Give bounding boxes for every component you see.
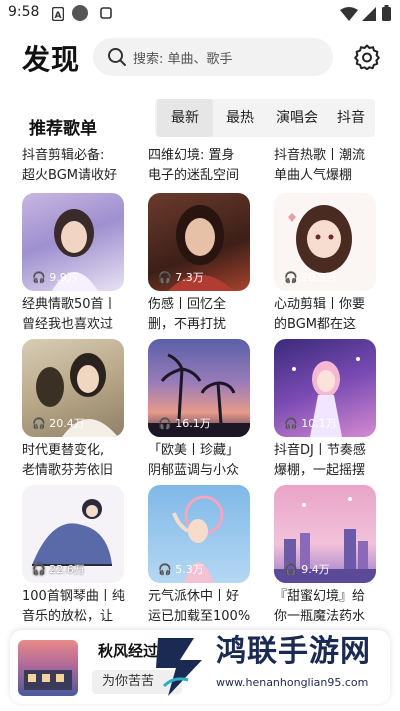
watermark-logo [156,638,202,696]
play-count: 🎧 9.4万 [284,561,330,577]
search-placeholder: 搜索: 单曲、歌手 [133,52,233,67]
headphones-icon: 🎧 [32,271,46,284]
tab-latest[interactable]: 最新 [157,99,213,137]
play-count-value: 5.3万 [175,563,204,576]
playlist-caption: 『甜蜜幻境』给 [274,589,366,604]
headphones-icon: 🎧 [284,417,298,430]
play-count-value: 22.6万 [49,563,85,576]
play-count-value: 10.1万 [301,417,337,430]
playlist-cover: 🎧 20.4万 [22,339,124,437]
headphones-icon: 🎧 [158,417,172,430]
playlist-caption: 老情歌芬芳依旧 [22,463,114,478]
playlist-caption: 100首钢琴曲丨纯 [22,589,125,604]
square-icon [100,7,112,19]
playlist-caption: 经典情歌50首丨 [22,297,117,312]
playlist-caption: 电子的迷乱空间 [148,168,240,183]
playlist-caption: 「欧美丨珍藏」 [148,443,240,458]
playlist-caption: 伤感丨回忆全 [148,297,227,312]
now-playing-title: 秋风经过 [98,642,159,660]
play-count-value: 9.9万 [49,271,78,284]
play-count: 🎧 10.1万 [284,415,337,431]
battery-icon [382,5,391,21]
playlist-caption: 的BGM都在这 [274,317,356,332]
headphones-icon: 🎧 [32,563,46,576]
tab-concert[interactable]: 演唱会 [267,99,327,137]
notification-a-icon: A [52,7,64,21]
top-bar: 发现 搜索: 单曲、歌手 [0,34,400,84]
watermark-text: 鸿联手游网 [216,634,371,669]
playlist-caption: 抖音DJ丨节奏感 [274,443,366,458]
tab-hottest[interactable]: 最热 [215,99,265,137]
record-dot-icon [72,5,88,21]
playlist-caption: 删，不再打扰 [148,317,227,332]
play-count: 🎧 16.1万 [158,415,211,431]
cover-illustration [24,670,72,690]
playlist-caption: 心动剪辑丨你要 [274,297,366,312]
now-playing-cover [18,640,78,696]
playlist-caption: 四维幻境: 置身 [148,148,235,163]
play-count: 🎧 5.3万 [158,561,204,577]
playlist-cover: 🎧 9.4万 [274,485,376,583]
play-count-value: 20.4万 [49,417,85,430]
section-title: 推荐歌单 [29,119,97,139]
headphones-icon: 🎧 [284,563,298,576]
playlist-cover: 🎧 16.1万 [148,339,250,437]
playlist-caption: 元气派休中丨好 [148,589,240,604]
headphones-icon: 🎧 [32,417,46,430]
play-count-value: 9.4万 [301,563,330,576]
playlist-grid: 抖音剪辑必备: 超火BGM请收好 四维幻境: 置身 电子的迷乱空间 抖音热歌丨潮… [0,140,400,640]
playlist-caption: 曾经我也喜欢过 [22,317,114,332]
play-count-value: 7.3万 [175,271,204,284]
playlist-caption: 超火BGM请收好 [22,168,117,183]
play-count-value: 20.3万 [301,271,337,284]
play-count: 🎧 9.9万 [32,269,78,285]
headphones-icon: 🎧 [284,271,298,284]
play-count: 🎧 20.3万 [284,269,337,285]
search-box[interactable]: 搜索: 单曲、歌手 [93,38,333,76]
svg-text:A: A [55,11,62,21]
play-count: 🎧 7.3万 [158,269,204,285]
playlist-cover: 🎧 22.6万 [22,485,124,583]
playlist-caption: 抖音剪辑必备: [22,148,105,163]
gear-icon[interactable] [354,44,380,70]
playlist-caption: 时代更替变化, [22,443,105,458]
playlist-cover: 🎧 9.9万 [22,193,124,291]
playlist-caption: 阴郁蓝调与小众 [148,463,240,478]
site-watermark: 鸿联手游网 www.henanhonglian95.com [150,624,400,711]
headphones-icon: 🎧 [158,563,172,576]
headphones-icon: 🎧 [158,271,172,284]
playlist-caption: 音乐的放松，让 [22,609,114,624]
playlist-cover: 🎧 20.3万 [274,193,376,291]
signal-icon [362,7,376,21]
status-time: 9:58 [8,4,40,20]
watermark-url: www.henanhonglian95.com [216,676,369,689]
play-count: 🎧 20.4万 [32,415,85,431]
category-tabs: 最新 最热 演唱会 抖音 [155,99,375,137]
tab-douyin[interactable]: 抖音 [329,99,373,137]
playlist-cover: 🎧 7.3万 [148,193,250,291]
playlist-cover: 🎧 10.1万 [274,339,376,437]
playlist-cover: 🎧 5.3万 [148,485,250,583]
play-count-value: 16.1万 [175,417,211,430]
playlist-caption: 爆棚，一起摇摆 [274,463,366,478]
playlist-caption: 单曲人气爆棚 [274,168,353,183]
page-title: 发现 [22,43,81,76]
status-bar: 9:58 A [0,0,400,28]
wifi-icon [340,7,358,21]
play-count: 🎧 22.6万 [32,561,85,577]
search-icon [108,48,126,66]
playlist-caption: 抖音热歌丨潮流 [274,148,366,163]
